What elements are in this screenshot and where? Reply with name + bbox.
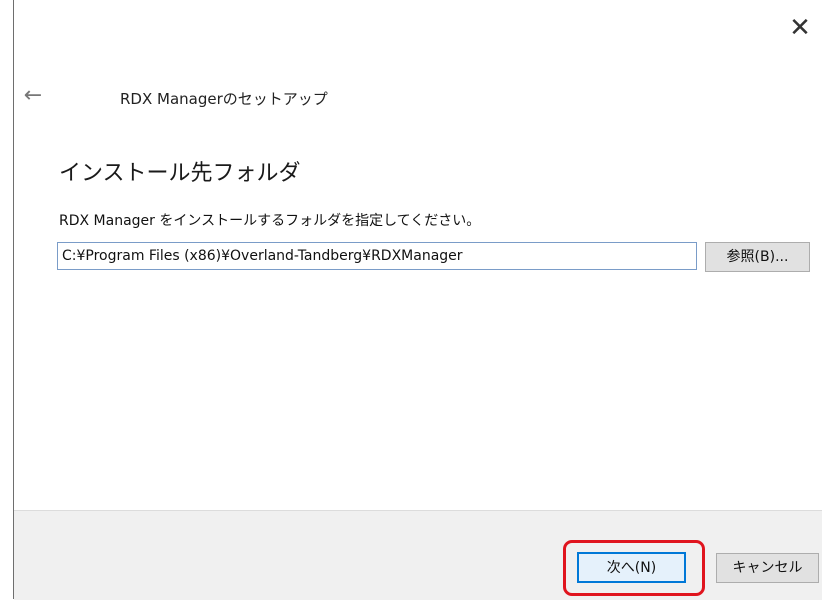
setup-dialog: ✕ ← RDX Managerのセットアップ インストール先フォルダ RDX M… bbox=[13, 0, 822, 600]
install-path-input[interactable] bbox=[57, 242, 697, 270]
browse-button[interactable]: 参照(B)... bbox=[705, 242, 810, 272]
dialog-title: RDX Managerのセットアップ bbox=[120, 90, 328, 108]
cancel-button[interactable]: キャンセル bbox=[716, 553, 819, 583]
instruction-text: RDX Manager をインストールするフォルダを指定してください。 bbox=[59, 213, 481, 229]
back-arrow-icon[interactable]: ← bbox=[20, 84, 46, 108]
close-icon[interactable]: ✕ bbox=[786, 14, 814, 42]
page-heading: インストール先フォルダ bbox=[59, 161, 301, 186]
next-button[interactable]: 次へ(N) bbox=[577, 552, 686, 583]
footer-bar bbox=[14, 510, 822, 600]
